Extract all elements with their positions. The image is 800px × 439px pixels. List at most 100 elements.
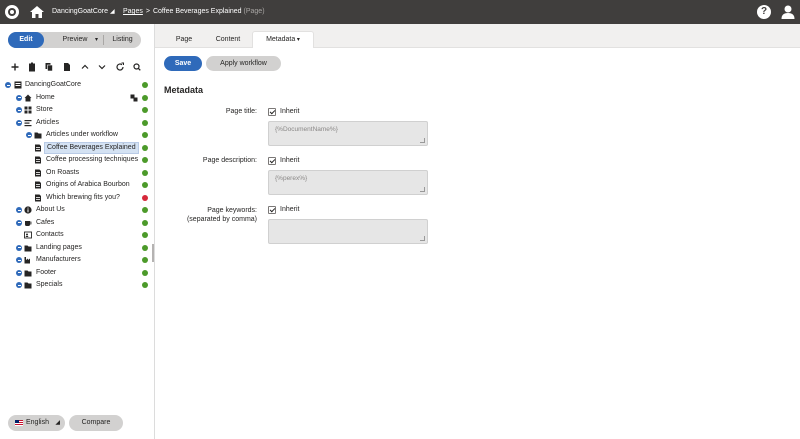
collapse-icon[interactable] — [5, 82, 11, 88]
folder-icon — [24, 282, 32, 289]
uk-flag-icon — [15, 420, 23, 426]
store-icon — [24, 106, 32, 114]
page-keywords-field[interactable] — [268, 219, 428, 244]
search-icon[interactable] — [132, 61, 142, 73]
linked-page-icon — [130, 94, 138, 101]
delete-icon[interactable] — [27, 61, 37, 73]
tab-content[interactable]: Content — [211, 32, 245, 48]
tab-metadata[interactable]: Metadata — [252, 31, 314, 48]
tree-item-specials[interactable]: Specials — [0, 279, 154, 291]
document-icon — [35, 181, 41, 189]
tree-item-home[interactable]: Home — [0, 92, 154, 104]
status-ok-icon — [142, 169, 148, 176]
breadcrumb-type: (Page) — [243, 8, 265, 15]
status-ok-icon — [142, 232, 148, 238]
tab-page[interactable]: Page — [173, 32, 195, 48]
panel-resize-handle[interactable] — [152, 244, 154, 262]
language-selector[interactable]: English ◢ — [8, 415, 65, 431]
collapse-icon[interactable] — [16, 94, 22, 101]
breadcrumb: Pages > Coffee Beverages Explained (Page) — [123, 8, 265, 15]
expand-icon[interactable] — [16, 282, 22, 288]
tree-item-origins-of-arabica-bourbon[interactable]: Origins of Arabica Bourbon — [0, 179, 154, 191]
tree-item-cafes[interactable]: Cafes — [0, 217, 154, 229]
page-keywords-inherit-checkbox[interactable] — [268, 206, 276, 214]
tree-item-which-brewing-fits-you[interactable]: Which brewing fits you? — [0, 192, 154, 204]
refresh-icon[interactable] — [115, 61, 125, 73]
tree-item-label: Which brewing fits you? — [46, 193, 120, 201]
move-icon[interactable] — [62, 61, 72, 73]
collapse-icon[interactable] — [16, 107, 22, 113]
expand-icon[interactable] — [16, 257, 22, 263]
tree-item-articles[interactable]: Articles — [0, 117, 154, 129]
page-description-inherit-checkbox[interactable] — [268, 157, 276, 165]
status-ok-icon — [142, 119, 148, 126]
save-button[interactable]: Save — [164, 56, 202, 71]
tree-item-label: Articles under workflow — [46, 131, 118, 138]
home-icon[interactable] — [29, 4, 45, 20]
expand-icon[interactable] — [16, 269, 22, 276]
preview-mode-button[interactable]: Preview — [48, 32, 102, 48]
document-icon — [35, 194, 41, 201]
breadcrumb-separator-icon: > — [145, 8, 150, 15]
folder-icon — [34, 132, 42, 139]
tree-item-coffee-processing-techniques[interactable]: Coffee processing techniques — [0, 154, 154, 166]
site-selector[interactable]: DancingGoatCore ◢ — [52, 8, 115, 15]
listing-mode-button[interactable]: Listing — [104, 32, 141, 48]
tree-item-about-us[interactable]: About Us — [0, 204, 154, 216]
breadcrumb-pages-link[interactable]: Pages — [123, 8, 143, 15]
page-description-field[interactable]: {%perex%} — [268, 170, 428, 195]
tree-item-on-roasts[interactable]: On Roasts — [0, 167, 154, 179]
contacts-icon — [24, 231, 32, 239]
page-title-field[interactable]: {%DocumentName%} — [268, 121, 428, 146]
copy-icon[interactable] — [44, 61, 54, 73]
tree-item-manufacturers[interactable]: Manufacturers — [0, 254, 154, 266]
expand-icon[interactable] — [16, 207, 22, 213]
tree-item-contacts[interactable]: Contacts — [0, 229, 154, 241]
expand-icon[interactable] — [26, 132, 32, 138]
chevron-down-icon: ◢ — [55, 420, 60, 426]
tree-item-label: Coffee processing techniques — [46, 156, 139, 163]
tree-item-label: Footer — [36, 268, 57, 276]
move-up-icon[interactable] — [80, 61, 90, 73]
tree-item-label: Manufacturers — [36, 256, 81, 263]
folder-icon — [24, 245, 32, 251]
compare-button[interactable]: Compare — [69, 415, 123, 431]
page-tabs: Page Content Metadata — [155, 24, 800, 48]
status-error-icon — [142, 194, 148, 201]
status-ok-icon — [142, 282, 148, 288]
move-down-icon[interactable] — [97, 61, 107, 73]
home-icon — [24, 94, 32, 101]
add-icon[interactable] — [10, 61, 20, 73]
status-ok-icon — [142, 244, 148, 251]
page-keywords-label: Page keywords: — [207, 207, 257, 214]
section-title: Metadata — [164, 85, 204, 95]
expand-icon[interactable] — [16, 244, 22, 251]
tree-item-label: DancingGoatCore — [25, 81, 82, 88]
status-ok-icon — [142, 82, 148, 88]
tree-item-coffee-beverages-explained[interactable]: Coffee Beverages Explained — [0, 141, 154, 154]
status-ok-icon — [142, 269, 148, 276]
apply-workflow-button[interactable]: Apply workflow — [206, 56, 281, 71]
user-icon[interactable] — [780, 4, 796, 20]
tree-item-landing-pages[interactable]: Landing pages — [0, 242, 154, 254]
chevron-down-icon: ◢ — [110, 9, 115, 15]
edit-mode-button[interactable]: Edit — [8, 32, 44, 48]
tree-item-label: Home — [36, 93, 55, 101]
tree-item-footer[interactable]: Footer — [0, 267, 154, 279]
tree-item-dancinggoatcore[interactable]: DancingGoatCore — [0, 79, 154, 91]
document-icon — [35, 156, 41, 164]
tree-item-articles-under-workflow[interactable]: Articles under workflow — [0, 129, 154, 141]
tree-item-label: Contacts — [36, 231, 64, 238]
tree-item-store[interactable]: Store — [0, 104, 154, 116]
folder-icon — [24, 270, 32, 276]
content-tree-panel: Edit Preview Listing DancingGoatCore Hom… — [0, 24, 155, 439]
tree-item-label: Origins of Arabica Bourbon — [46, 181, 130, 188]
expand-icon[interactable] — [16, 219, 22, 226]
tree-item-label: Store — [36, 106, 53, 113]
document-icon — [35, 144, 41, 151]
page-keywords-inherit-label: Inherit — [280, 206, 300, 213]
collapse-icon[interactable] — [16, 119, 22, 126]
page-title-inherit-checkbox[interactable] — [268, 108, 276, 116]
kentico-logo-icon[interactable] — [5, 5, 19, 19]
help-icon[interactable]: ? — [757, 5, 771, 19]
